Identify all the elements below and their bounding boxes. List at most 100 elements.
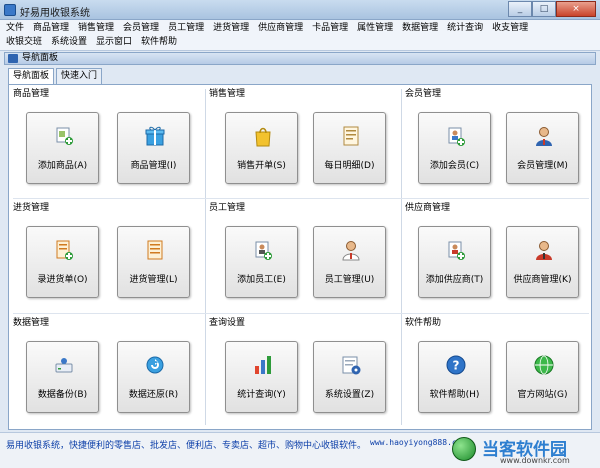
restore-icon [146,356,164,374]
add-member-icon [448,127,465,146]
group-product-management: 商品管理 添加商品(A) 商品管理(I) [9,85,205,199]
tab-strip: 导航面板 快速入门 [8,68,104,85]
data-backup-button[interactable]: 数据备份(B) [26,341,99,413]
window-title: 好易用收银系统 [20,8,90,19]
tile-label: 进货管理(L) [129,275,178,285]
group-title: 数据管理 [13,318,50,328]
minimize-button[interactable]: _ [508,1,532,17]
add-employee-button[interactable]: 添加员工(E) [225,226,298,298]
menu-purchase-management[interactable]: 进货管理 [213,22,249,34]
supplier-icon [536,241,552,260]
add-product-button[interactable]: 添加商品(A) [26,112,99,184]
tile-label: 添加会员(C) [429,161,480,171]
tile-label: 添加供应商(T) [425,275,484,285]
system-settings-button[interactable]: 系统设置(Z) [313,341,386,413]
menu-member-management[interactable]: 会员管理 [123,22,159,34]
svg-text:?: ? [453,359,460,373]
close-button[interactable]: × [556,1,596,17]
group-title: 商品管理 [13,89,50,99]
menu-row-1: 文件 商品管理 销售管理 会员管理 员工管理 进货管理 供应商管理 卡品管理 属… [6,22,528,34]
tile-label: 统计查询(Y) [237,390,286,400]
group-supplier-management: 供应商管理 添加供应商(T) 供应商管理(K) [401,199,593,314]
add-purchase-icon [56,240,73,260]
tile-label: 销售开单(S) [237,161,286,171]
menu-show-window[interactable]: 显示窗口 [96,36,132,48]
menu-bar: 文件 商品管理 销售管理 会员管理 员工管理 进货管理 供应商管理 卡品管理 属… [0,20,600,51]
menu-product-management[interactable]: 商品管理 [33,22,69,34]
tile-label: 会员管理(M) [517,161,568,171]
website-icon [534,355,554,375]
tile-label: 数据还原(R) [128,390,179,400]
tab-navigation-panel[interactable]: 导航面板 [8,68,55,85]
employee-management-button[interactable]: 员工管理(U) [313,226,386,298]
product-management-button[interactable]: 商品管理(I) [117,112,190,184]
daily-details-button[interactable]: 每日明细(D) [313,112,386,184]
tile-label: 员工管理(U) [324,275,375,285]
panel-title: 导航面板 [22,53,59,63]
settings-icon [342,356,361,375]
group-software-help: 软件帮助 ? 软件帮助(H) 官方网站(G) [401,314,593,431]
bar-chart-icon [255,356,271,374]
watermark: 当客软件园 www.downkr.com [452,435,594,467]
shopping-bag-icon [255,127,271,147]
group-title: 会员管理 [405,89,442,99]
group-employee-management: 员工管理 添加员工(E) 员工管理(U) [205,199,401,314]
tile-label: 录进货单(O) [37,275,88,285]
menu-statistics-query[interactable]: 统计查询 [447,22,483,34]
software-help-button[interactable]: ? 软件帮助(H) [418,341,491,413]
menu-sales-management[interactable]: 销售管理 [78,22,114,34]
menu-supplier-management[interactable]: 供应商管理 [258,22,303,34]
member-icon [536,127,552,146]
window-controls: _ □ × [508,1,596,17]
menu-attribute-management[interactable]: 属性管理 [357,22,393,34]
add-member-button[interactable]: 添加会员(C) [418,112,491,184]
navigation-content: 商品管理 添加商品(A) 商品管理(I) 销售管理 销售开单(S) 每日明细(D… [8,84,592,430]
group-query-settings: 查询设置 统计查询(Y) 系统设置(Z) [205,314,401,431]
gift-icon [145,126,165,146]
tile-label: 每日明细(D) [324,161,375,171]
tile-label: 商品管理(I) [130,161,177,171]
supplier-management-button[interactable]: 供应商管理(K) [506,226,579,298]
app-icon [4,4,16,16]
receipt-icon [343,126,359,146]
status-text: 易用收银系统，快捷便利的零售店、批发店、便利店、专卖店、超市、购物中心收银软件。 [6,441,367,451]
purchase-management-button[interactable]: 进货管理(L) [117,226,190,298]
tab-quick-start[interactable]: 快速入门 [56,68,103,84]
tile-label: 数据备份(B) [37,390,88,400]
tile-label: 软件帮助(H) [429,390,480,400]
menu-row-2: 收银交班 系统设置 显示窗口 软件帮助 [6,36,177,48]
tile-label: 官方网站(G) [517,390,568,400]
maximize-button[interactable]: □ [532,1,556,17]
data-restore-button[interactable]: 数据还原(R) [117,341,190,413]
group-title: 销售管理 [209,89,246,99]
watermark-sub: www.downkr.com [500,456,570,465]
title-bar: 好易用收银系统 _ □ × [0,0,600,20]
member-management-button[interactable]: 会员管理(M) [506,112,579,184]
add-supplier-button[interactable]: 添加供应商(T) [418,226,491,298]
sales-order-button[interactable]: 销售开单(S) [225,112,298,184]
home-icon [8,54,18,63]
group-title: 供应商管理 [405,203,451,213]
add-supplier-icon [448,241,465,260]
tile-label: 系统设置(Z) [324,390,375,400]
group-title: 员工管理 [209,203,246,213]
group-title: 查询设置 [209,318,246,328]
menu-income-expense[interactable]: 收支管理 [492,22,528,34]
add-purchase-order-button[interactable]: 录进货单(O) [26,226,99,298]
add-employee-icon [255,241,272,260]
menu-shift-handover[interactable]: 收银交班 [6,36,42,48]
official-website-button[interactable]: 官方网站(G) [506,341,579,413]
help-icon: ? [446,355,466,375]
statistics-query-button[interactable]: 统计查询(Y) [225,341,298,413]
menu-system-settings[interactable]: 系统设置 [51,36,87,48]
menu-file[interactable]: 文件 [6,22,24,34]
menu-employee-management[interactable]: 员工管理 [168,22,204,34]
purchase-list-icon [147,240,163,260]
menu-data-management[interactable]: 数据管理 [402,22,438,34]
backup-icon [55,358,73,373]
add-product-icon [56,127,73,145]
menu-software-help[interactable]: 软件帮助 [141,36,177,48]
menu-card-management[interactable]: 卡品管理 [312,22,348,34]
group-purchase-management: 进货管理 录进货单(O) 进货管理(L) [9,199,205,314]
panel-header: 导航面板 [4,52,596,65]
